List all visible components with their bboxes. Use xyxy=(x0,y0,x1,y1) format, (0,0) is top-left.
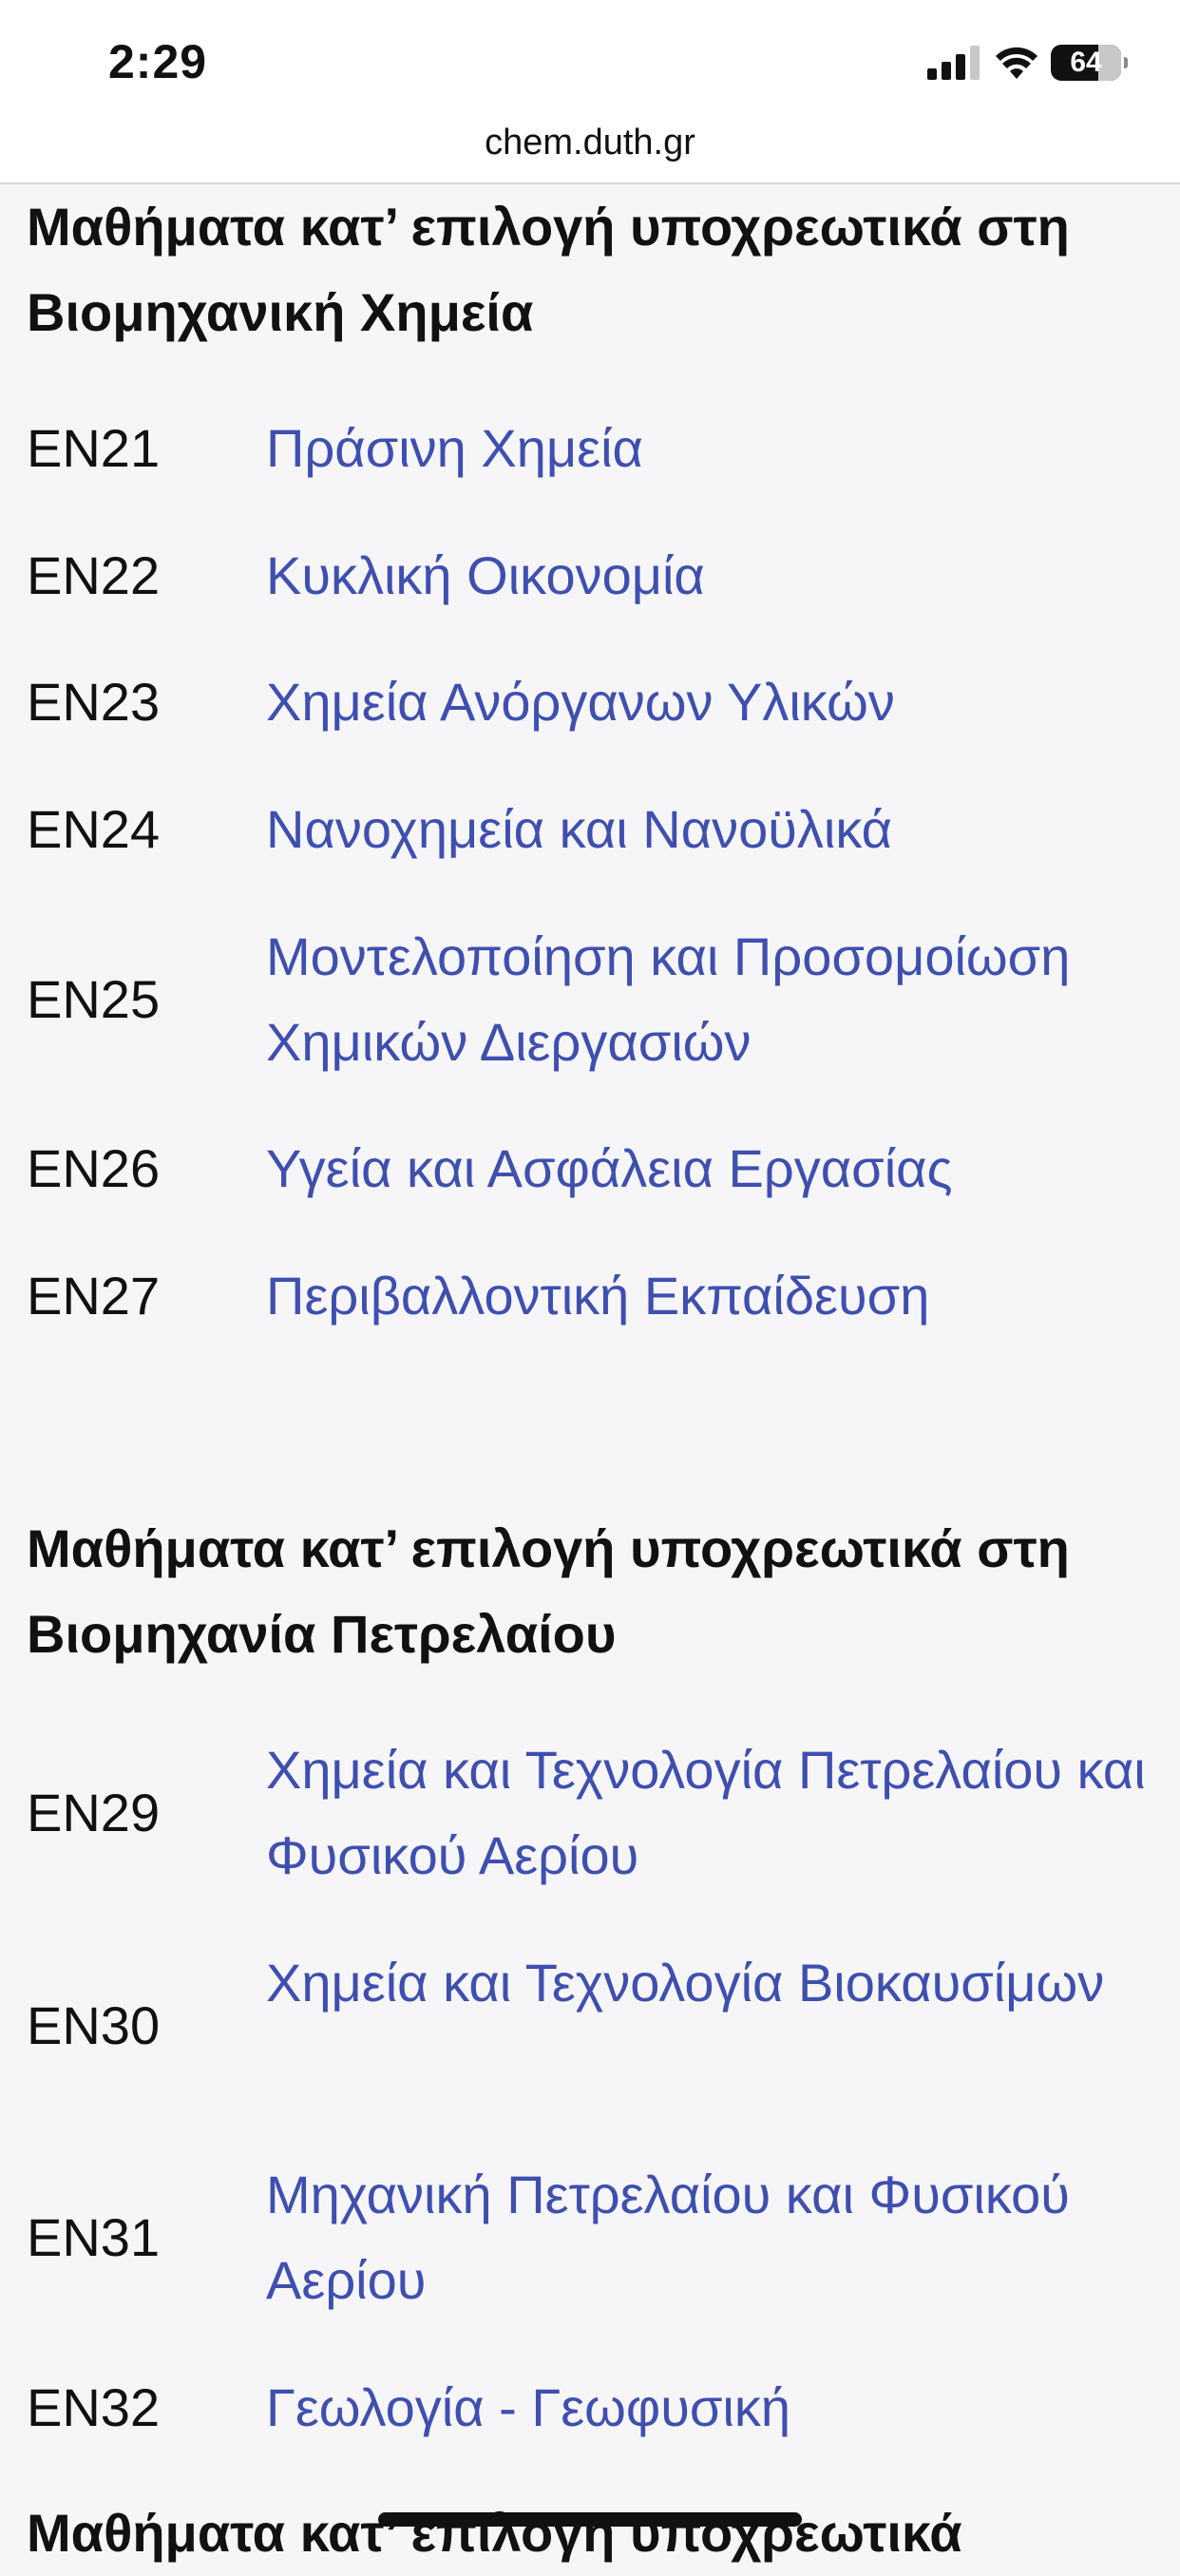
course-link[interactable]: Χημεία και Τεχνολογία Βιοκαυσίμων xyxy=(266,1940,1159,2026)
course-link[interactable]: Μοντελοποίηση και Προσομοίωση Χημικών Δι… xyxy=(266,914,1159,1085)
course-code: EN32 xyxy=(27,2377,161,2437)
battery-icon: 64 xyxy=(1051,45,1128,81)
course-link[interactable]: Χημεία και Τεχνολογία Πετρελαίου και Φυσ… xyxy=(266,1727,1159,1899)
course-link[interactable]: Νανοχημεία και Νανοϋλικά xyxy=(266,787,1159,872)
section-title-industrial-chemistry: Μαθήματα κατ’ επιλογή υποχρεωτικά στη Βι… xyxy=(27,197,1070,342)
wifi-icon xyxy=(996,47,1037,79)
course-link[interactable]: Χημεία Ανόργανων Υλικών xyxy=(266,659,1159,745)
course-link[interactable]: Γεωλογία - Γεωφυσική xyxy=(266,2365,1159,2451)
address-bar[interactable]: chem.duth.gr xyxy=(0,114,1180,184)
course-link[interactable]: Υγεία και Ασφάλεια Εργασίας xyxy=(266,1126,1159,1212)
course-code: EN31 xyxy=(27,2207,161,2267)
status-bar: 2:29 64 xyxy=(0,0,1180,124)
course-code: EN25 xyxy=(27,969,161,1029)
course-code: EN27 xyxy=(27,1266,161,1326)
course-code: EN30 xyxy=(27,1995,161,2055)
status-time: 2:29 xyxy=(108,35,208,88)
course-code: EN24 xyxy=(27,799,161,859)
status-icons: 64 xyxy=(927,44,1128,82)
course-link[interactable]: Κυκλική Οικονομία xyxy=(266,533,1159,619)
section-title-next: Μαθήματα κατ’ επιλογή υποχρεωτικά xyxy=(27,2503,962,2563)
course-link[interactable]: Πράσινη Χημεία xyxy=(266,406,1159,491)
course-code: EN26 xyxy=(27,1138,161,1198)
course-code: EN23 xyxy=(27,672,161,732)
section-title-petroleum-industry: Μαθήματα κατ’ επιλογή υποχρεωτικά στη Βι… xyxy=(27,1518,1070,1664)
course-code: EN21 xyxy=(27,418,161,478)
course-link[interactable]: Μηχανική Πετρελαίου και Φυσικού Αερίου xyxy=(266,2152,1159,2323)
home-indicator[interactable] xyxy=(378,2512,802,2527)
battery-level: 64 xyxy=(1070,47,1102,78)
cellular-signal-icon xyxy=(927,46,980,80)
course-link[interactable]: Περιβαλλοντική Εκπαίδευση xyxy=(266,1253,1159,1339)
course-code: EN29 xyxy=(27,1783,161,1842)
course-code: EN22 xyxy=(27,545,161,605)
